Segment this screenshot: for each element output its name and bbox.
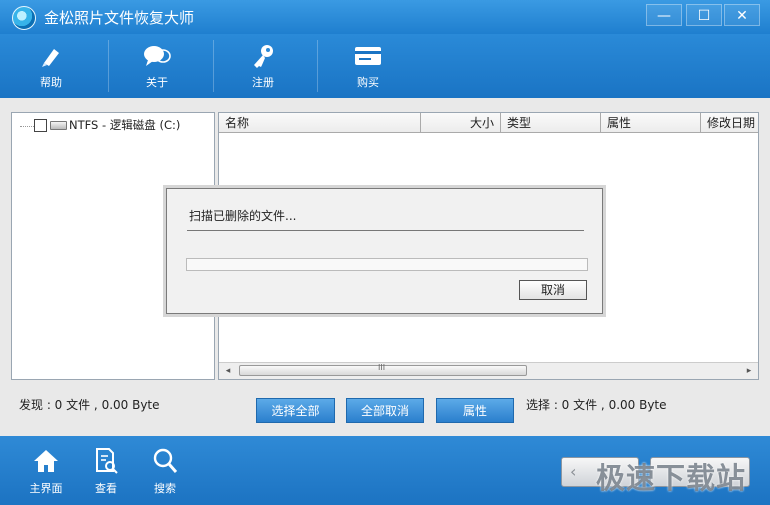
scan-progress-bar <box>186 258 588 271</box>
pen-icon <box>36 42 66 70</box>
column-size[interactable]: 大小 <box>421 113 501 133</box>
deselect-all-button[interactable]: 全部取消 <box>346 398 424 423</box>
maximize-button[interactable]: ☐ <box>686 4 722 26</box>
search-button[interactable]: 搜索 <box>140 446 190 496</box>
search-label: 搜索 <box>154 482 176 495</box>
scan-progress-dialog: 扫描已删除的文件... 取消 <box>166 188 603 314</box>
drive-label[interactable]: NTFS - 逻辑磁盘 (C:) <box>69 117 180 133</box>
hard-drive-icon <box>50 121 67 130</box>
properties-button[interactable]: 属性 <box>436 398 514 423</box>
magnifier-icon <box>150 446 180 476</box>
help-label: 帮助 <box>40 76 62 89</box>
scroll-thumb[interactable]: III <box>239 363 527 376</box>
about-button[interactable]: 关于 <box>122 40 192 94</box>
toolbar: 帮助 关于 注册 购买 <box>0 34 770 98</box>
selected-status: 选择 : 0 文件 , 0.00 Byte <box>526 398 667 412</box>
buy-label: 购买 <box>357 76 379 89</box>
cancel-button[interactable]: 取消 <box>519 280 587 300</box>
about-label: 关于 <box>146 76 168 89</box>
document-search-icon <box>91 446 121 476</box>
card-icon <box>353 42 383 70</box>
app-logo-icon <box>12 6 36 30</box>
column-attributes[interactable]: 属性 <box>601 113 701 133</box>
buy-button[interactable]: 购买 <box>333 40 403 94</box>
column-type[interactable]: 类型 <box>501 113 601 133</box>
scan-message: 扫描已删除的文件... <box>189 209 297 223</box>
view-label: 查看 <box>95 482 117 495</box>
chat-bubbles-icon <box>142 42 172 70</box>
home-button[interactable]: 主界面 <box>21 446 71 496</box>
toolbar-separator <box>213 40 214 92</box>
dialog-divider <box>187 230 584 231</box>
column-name[interactable]: 名称 <box>219 113 421 133</box>
select-all-button[interactable]: 选择全部 <box>256 398 335 423</box>
minimize-button[interactable]: — <box>646 4 682 26</box>
key-icon <box>248 42 278 70</box>
home-label: 主界面 <box>29 482 63 495</box>
column-modified[interactable]: 修改日期 <box>701 113 758 133</box>
scroll-right-arrow[interactable]: ▸ <box>742 364 756 378</box>
horizontal-scrollbar[interactable]: ◂ III ▸ <box>219 362 758 379</box>
found-status: 发现 : 0 文件 , 0.00 Byte <box>19 398 160 412</box>
watermark: 极速下载站 <box>596 461 747 495</box>
help-button[interactable]: 帮助 <box>16 40 86 94</box>
toolbar-separator <box>108 40 109 92</box>
drive-checkbox[interactable] <box>34 119 47 132</box>
title-bar: 金松照片文件恢复大师 — ☐ ✕ <box>0 0 770 34</box>
register-button[interactable]: 注册 <box>228 40 298 94</box>
window-title: 金松照片文件恢复大师 <box>44 9 195 27</box>
toolbar-separator <box>317 40 318 92</box>
register-label: 注册 <box>252 76 274 89</box>
home-icon <box>31 446 61 476</box>
close-button[interactable]: ✕ <box>724 4 760 26</box>
scroll-thumb-grip: III <box>378 363 386 372</box>
scroll-left-arrow[interactable]: ◂ <box>221 364 235 378</box>
view-button[interactable]: 查看 <box>81 446 131 496</box>
